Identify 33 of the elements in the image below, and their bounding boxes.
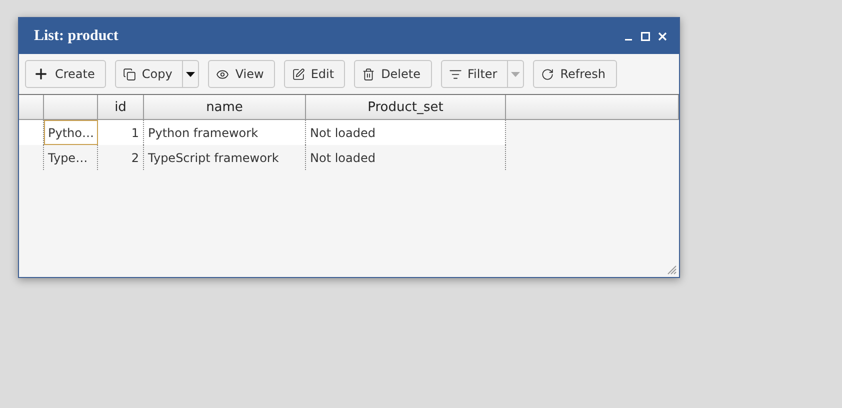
table-cell: Not loaded — [306, 120, 506, 145]
column-header[interactable] — [44, 95, 98, 120]
column-header[interactable] — [19, 95, 44, 120]
trash-icon — [362, 68, 376, 80]
toolbar-button[interactable]: Delete — [354, 60, 432, 88]
resize-grip-icon[interactable] — [667, 265, 677, 275]
caret-icon — [511, 72, 520, 76]
dropdown-button[interactable] — [183, 60, 200, 88]
column-header[interactable]: id — [98, 95, 144, 120]
toolbar-button[interactable]: Create — [25, 60, 106, 88]
table-cell: 1 — [98, 120, 144, 145]
toolbar-button[interactable]: Filter — [440, 60, 508, 88]
row-header[interactable] — [19, 145, 44, 170]
table-cell: Python framework — [144, 120, 306, 145]
column-header[interactable]: Product_set — [306, 95, 506, 120]
table-cell[interactable]: Pytho… — [44, 120, 98, 145]
close-icon[interactable] — [658, 32, 667, 40]
plus-icon — [33, 66, 49, 82]
filter-icon — [448, 68, 462, 80]
caret-icon — [186, 72, 196, 76]
copy-icon — [122, 68, 136, 80]
edit-icon — [292, 68, 305, 80]
refresh-icon — [541, 68, 554, 80]
column-header[interactable]: name — [144, 95, 306, 120]
window-title: List: product — [34, 28, 120, 44]
row-header[interactable] — [19, 120, 44, 145]
toolbar-button[interactable]: Copy — [114, 60, 184, 88]
column-header[interactable] — [506, 95, 679, 120]
toolbar-button[interactable]: Edit — [284, 60, 346, 88]
toolbar-button[interactable]: View — [208, 60, 275, 88]
eye-icon — [216, 68, 230, 80]
maximize-icon[interactable] — [641, 32, 650, 40]
toolbar-button[interactable]: Refresh — [533, 60, 617, 88]
